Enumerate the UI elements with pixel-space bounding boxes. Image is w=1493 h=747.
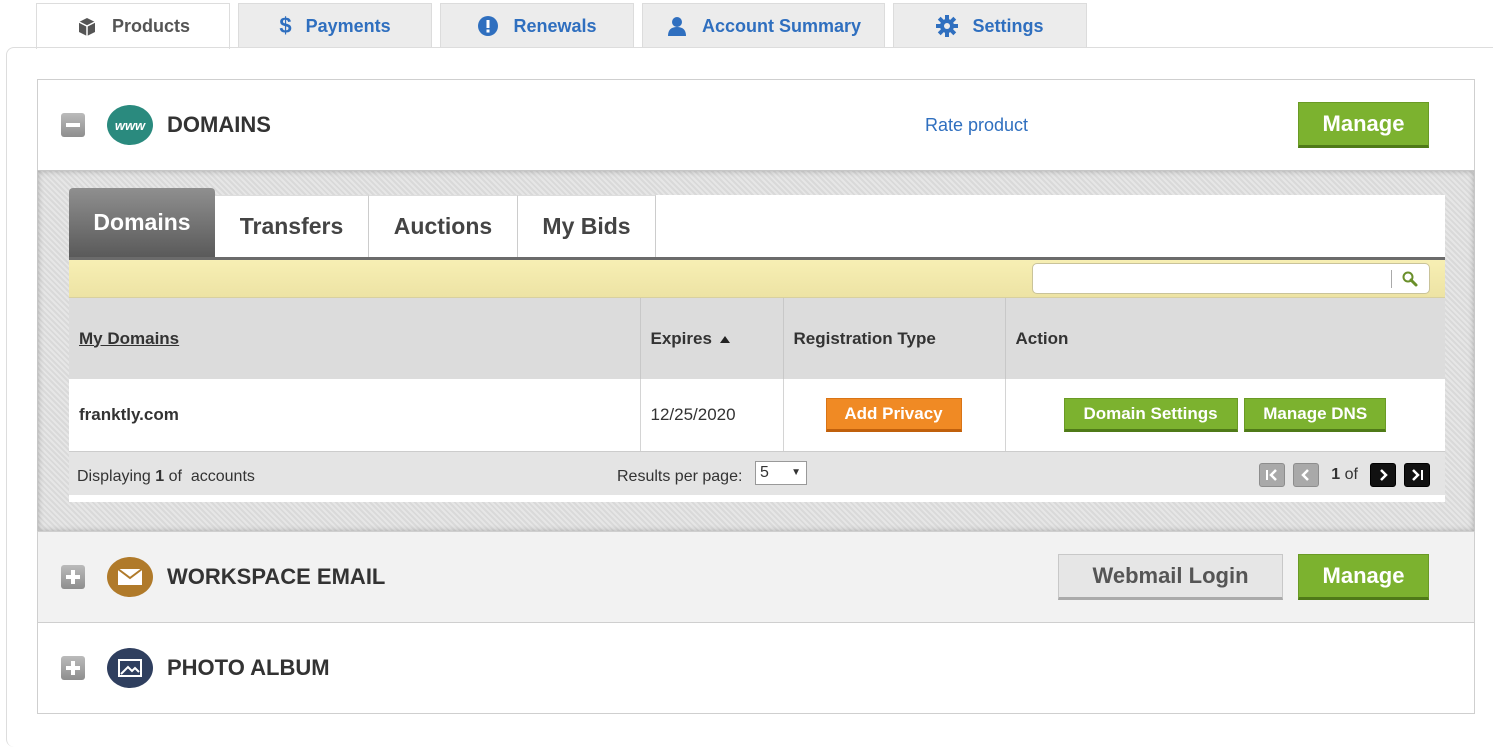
top-tab-bar: Products $ Payments Renewals Account Sum… xyxy=(36,3,1095,49)
table-row: franktly.com 12/25/2020 Add Privacy Doma… xyxy=(69,379,1445,452)
first-page-icon[interactable] xyxy=(1259,463,1286,487)
displaying-count: 1 xyxy=(155,468,165,485)
www-icon-text: www xyxy=(114,117,146,133)
email-manage-button[interactable]: Manage xyxy=(1298,554,1429,600)
tab-account-summary[interactable]: Account Summary xyxy=(642,3,885,48)
subtab-domains[interactable]: Domains xyxy=(69,188,215,257)
col-action: Action xyxy=(1005,298,1445,379)
email-title: WORKSPACE EMAIL xyxy=(167,564,386,589)
alert-icon xyxy=(477,15,499,37)
domain-search-input[interactable] xyxy=(1032,263,1430,294)
photo-product-header: PHOTO ALBUM xyxy=(37,622,1475,714)
col-my-domains[interactable]: My Domains xyxy=(69,298,641,379)
prev-page-icon[interactable] xyxy=(1293,463,1320,487)
displaying-text: Displaying 1 of accounts xyxy=(77,468,255,486)
envelope-icon xyxy=(107,557,153,597)
displaying-prefix: Displaying xyxy=(77,468,151,485)
col-expires-label: Expires xyxy=(650,328,712,348)
gear-icon xyxy=(936,15,959,37)
domains-table: My Domains Expires Registration Type Act… xyxy=(69,298,1445,452)
domains-product-header: www DOMAINS Rate product Manage xyxy=(37,79,1475,171)
domains-title: DOMAINS xyxy=(167,112,271,137)
email-product-header: WORKSPACE EMAIL Webmail Login Manage xyxy=(37,531,1475,623)
tab-renewals[interactable]: Renewals xyxy=(440,3,634,48)
tab-settings-label: Settings xyxy=(972,15,1044,36)
col-registration-type: Registration Type xyxy=(783,298,1006,379)
search-bar xyxy=(69,260,1445,298)
domains-panel: Domains Transfers Auctions My Bids My Do… xyxy=(37,170,1475,532)
domains-inner: Domains Transfers Auctions My Bids My Do… xyxy=(69,188,1445,502)
collapse-icon[interactable] xyxy=(61,113,85,137)
col-action-label: Action xyxy=(1015,328,1069,348)
manage-dns-button[interactable]: Manage DNS xyxy=(1244,397,1387,432)
displaying-suffix: of accounts xyxy=(168,468,255,485)
box-icon xyxy=(76,16,98,38)
col-registration-type-label: Registration Type xyxy=(793,328,936,348)
tab-account-summary-label: Account Summary xyxy=(701,15,862,36)
expand-icon[interactable] xyxy=(61,656,85,680)
dollar-icon: $ xyxy=(279,13,292,38)
results-per-page-value: 5 xyxy=(760,464,769,481)
subtab-auctions[interactable]: Auctions xyxy=(369,195,518,257)
tab-products[interactable]: Products xyxy=(36,3,230,49)
rate-product-link[interactable]: Rate product xyxy=(925,115,1028,136)
tab-renewals-label: Renewals xyxy=(513,15,597,36)
subtab-my-bids[interactable]: My Bids xyxy=(518,195,656,257)
table-footer: Displaying 1 of accounts Results per pag… xyxy=(69,451,1445,495)
action-cell: Domain Settings Manage DNS xyxy=(1005,379,1445,452)
results-per-page-select[interactable]: 5 ▼ xyxy=(755,461,807,485)
tab-payments[interactable]: $ Payments xyxy=(238,3,432,48)
expand-icon[interactable] xyxy=(61,565,85,589)
sort-asc-icon xyxy=(719,335,730,343)
add-privacy-button[interactable]: Add Privacy xyxy=(825,397,962,432)
page-of: of xyxy=(1344,466,1358,483)
pager-text: 1 of xyxy=(1331,466,1358,484)
results-per-page-label: Results per page: xyxy=(617,468,743,485)
tab-settings[interactable]: Settings xyxy=(893,3,1087,48)
page-current: 1 xyxy=(1331,466,1341,483)
domain-name[interactable]: franktly.com xyxy=(69,379,641,452)
search-divider xyxy=(1391,270,1392,288)
subtab-transfers[interactable]: Transfers xyxy=(215,195,369,257)
tab-products-label: Products xyxy=(111,16,190,36)
domains-manage-button[interactable]: Manage xyxy=(1298,102,1429,148)
last-page-icon[interactable] xyxy=(1404,463,1430,487)
col-expires[interactable]: Expires xyxy=(640,298,784,379)
col-my-domains-label[interactable]: My Domains xyxy=(79,329,179,348)
next-page-icon[interactable] xyxy=(1370,463,1396,487)
domains-subtabs: Domains Transfers Auctions My Bids xyxy=(69,188,1445,260)
user-icon xyxy=(666,15,688,37)
www-icon: www xyxy=(107,105,153,145)
search-icon[interactable] xyxy=(1401,270,1419,293)
photo-title: PHOTO ALBUM xyxy=(167,655,330,680)
pager: 1 of xyxy=(1259,463,1430,487)
photo-icon xyxy=(107,648,153,688)
webmail-login-button[interactable]: Webmail Login xyxy=(1058,554,1283,600)
domain-settings-button[interactable]: Domain Settings xyxy=(1063,397,1238,432)
registration-cell: Add Privacy xyxy=(783,379,1006,452)
tab-payments-label: Payments xyxy=(305,15,391,36)
domain-expires: 12/25/2020 xyxy=(640,379,784,452)
table-header-row: My Domains Expires Registration Type Act… xyxy=(69,298,1445,379)
dropdown-arrow-icon: ▼ xyxy=(791,467,801,478)
